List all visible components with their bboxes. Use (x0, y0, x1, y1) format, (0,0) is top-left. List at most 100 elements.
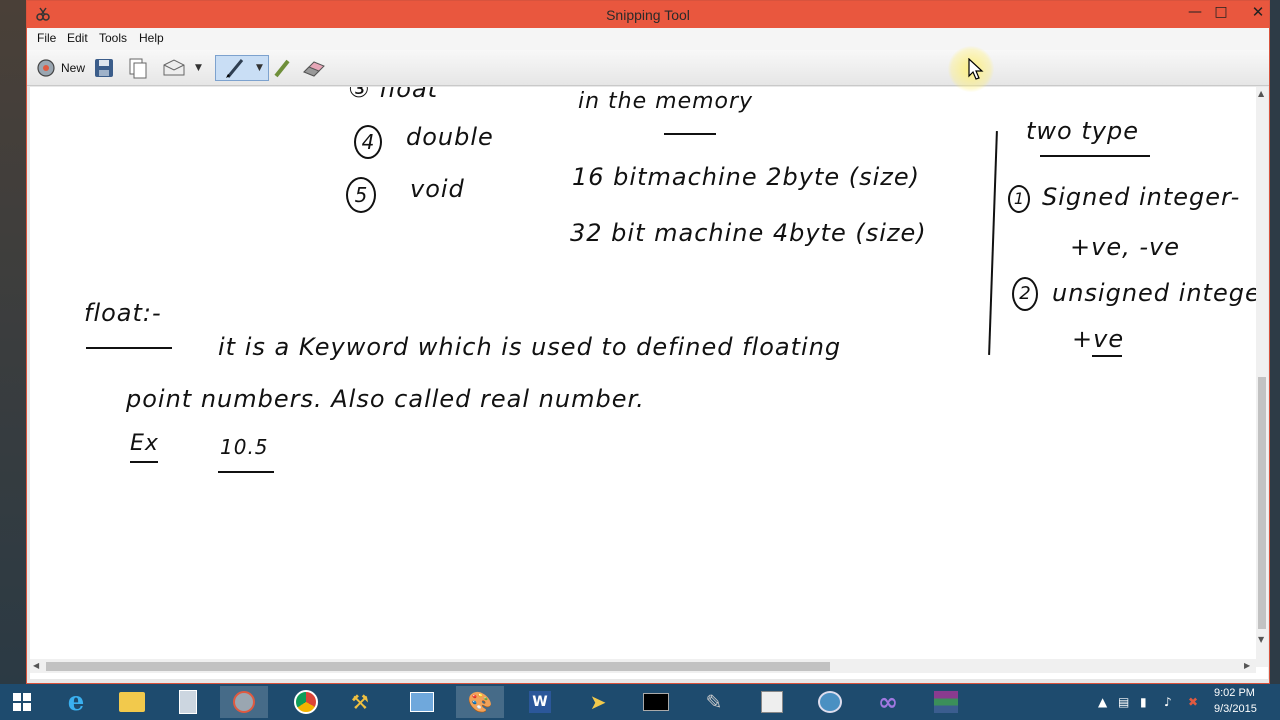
note-float-definition-1: it is a Keyword which is used to defined… (218, 333, 842, 361)
snip-canvas-frame: ③ float in the memory 4 double 5 void 16… (30, 87, 1268, 679)
highlighter-icon (274, 59, 290, 78)
menu-help[interactable]: Help (139, 31, 164, 45)
taskbar-app-pin[interactable]: ➤ (574, 686, 622, 718)
toolbar: New ▼ ▼ (27, 50, 1269, 86)
taskbar-chrome[interactable] (282, 686, 330, 718)
word-icon: W (529, 691, 551, 713)
scroll-left-icon[interactable]: ◀ (33, 661, 39, 670)
note-example-value: 10.5 (220, 435, 269, 459)
copy-icon (129, 58, 147, 79)
note-two-type: two type (1026, 117, 1139, 145)
vertical-scrollbar[interactable]: ▲ ▼ (1256, 87, 1268, 667)
taskbar: e ⚒ 🎨 W ➤ ✎ ∞ ▲ ▤ ▮ ♪ ✖ 9:02 PM 9/3/2015 (0, 684, 1280, 720)
pen-icon: ✎ (705, 690, 723, 714)
note-size-16bit: 16 bitmachine 2byte (size) (572, 163, 921, 191)
new-snip-icon (37, 59, 55, 77)
taskbar-app-tool[interactable]: ⚒ (336, 686, 384, 718)
note-list-item-3: ③ float (348, 87, 439, 103)
menu-file[interactable]: File (37, 31, 56, 45)
send-snip-button[interactable] (161, 55, 187, 81)
underline-ex (130, 461, 158, 463)
eraser-button[interactable] (301, 55, 327, 81)
taskbar-paint[interactable]: 🎨 (456, 686, 504, 718)
note-float-definition-2: point numbers. Also called real number. (126, 385, 645, 413)
chevron-down-icon: ▼ (195, 63, 202, 73)
archive-icon (934, 691, 958, 713)
taskbar-command-prompt[interactable] (632, 686, 680, 718)
taskbar-app-pen[interactable]: ✎ (690, 686, 738, 718)
pen-tool-button[interactable]: ▼ (215, 55, 269, 81)
scroll-down-icon[interactable]: ▼ (1258, 635, 1264, 644)
underline-unsigned-range (1092, 355, 1122, 357)
divider-line (988, 131, 998, 355)
tray-power-icon[interactable]: ▮ (1140, 695, 1147, 709)
copy-button[interactable] (127, 55, 149, 81)
note-float-heading: float:- (84, 299, 162, 327)
tray-network-icon[interactable]: ▤ (1118, 695, 1129, 709)
taskbar-calculator[interactable] (164, 686, 212, 718)
underline-two-type (1040, 155, 1150, 157)
snipping-tool-icon (233, 691, 255, 713)
new-snip-button[interactable]: New (35, 55, 85, 81)
taskbar-word[interactable]: W (516, 686, 564, 718)
note-list-num-5: 5 (346, 177, 376, 213)
taskbar-snipping-tool[interactable] (220, 686, 268, 718)
windows-logo-icon (13, 693, 31, 711)
note-unsigned-integer: unsigned integer (1052, 279, 1256, 307)
taskbar-internet-explorer[interactable]: e (52, 686, 100, 718)
menu-tools[interactable]: Tools (99, 31, 127, 45)
pen-dropdown-icon[interactable]: ▼ (256, 63, 263, 73)
command-prompt-icon (643, 693, 669, 711)
underline-memory (664, 133, 716, 135)
send-icon (163, 59, 185, 76)
note-unsigned-num: 2 (1012, 277, 1038, 311)
taskbar-file-explorer[interactable] (108, 686, 156, 718)
vertical-scroll-thumb[interactable] (1258, 377, 1266, 629)
tray-chevron-up-icon[interactable]: ▲ (1098, 695, 1107, 709)
new-label: New (61, 61, 86, 75)
taskbar-app-notes[interactable] (748, 686, 796, 718)
menu-edit[interactable]: Edit (67, 31, 88, 45)
mouse-cursor-icon (968, 58, 984, 80)
title-bar[interactable]: Snipping Tool — □ ✕ (27, 1, 1269, 28)
scroll-right-icon[interactable]: ▶ (1244, 661, 1250, 670)
clock-date[interactable]: 9/3/2015 (1214, 703, 1257, 715)
tray-flag-icon[interactable]: ✖ (1188, 695, 1198, 709)
highlighter-button[interactable] (271, 55, 293, 81)
note-in-the-memory: in the memory (578, 89, 754, 114)
taskbar-app-dashboard[interactable] (398, 686, 446, 718)
note-unsigned-range: +ve (1072, 325, 1125, 353)
desktop-background (0, 0, 26, 684)
eraser-icon (303, 61, 325, 77)
dashboard-icon (410, 692, 434, 712)
note-list-num-4: 4 (354, 125, 382, 159)
save-button[interactable] (93, 55, 115, 81)
tool-icon: ⚒ (351, 690, 369, 714)
note-signed-integer: Signed integer- (1042, 183, 1241, 211)
minimize-button[interactable]: — (1181, 1, 1209, 23)
scroll-up-icon[interactable]: ▲ (1258, 89, 1264, 98)
tray-volume-icon[interactable]: ♪ (1164, 695, 1172, 709)
snip-canvas[interactable]: ③ float in the memory 4 double 5 void 16… (30, 87, 1256, 659)
visual-studio-icon: ∞ (878, 688, 898, 716)
horizontal-scrollbar[interactable]: ◀ ▶ (30, 659, 1256, 673)
menu-bar: File Edit Tools Help (27, 28, 1269, 50)
horizontal-scroll-thumb[interactable] (46, 662, 830, 671)
note-example-label: Ex (130, 431, 159, 456)
note-signed-range: +ve, -ve (1070, 233, 1180, 261)
clock-time[interactable]: 9:02 PM (1214, 687, 1255, 699)
window-title: Snipping Tool (606, 7, 690, 23)
calculator-icon (179, 690, 197, 714)
snipping-tool-window: Snipping Tool — □ ✕ File Edit Tools Help… (26, 0, 1270, 684)
taskbar-visual-studio[interactable]: ∞ (864, 686, 912, 718)
note-signed-num: 1 (1008, 185, 1030, 213)
send-dropdown-arrow[interactable]: ▼ (195, 55, 202, 81)
underline-float (86, 347, 172, 349)
start-button[interactable] (0, 686, 44, 718)
taskbar-app-archive[interactable] (922, 686, 970, 718)
internet-explorer-icon: e (67, 687, 85, 717)
maximize-button[interactable]: □ (1207, 1, 1235, 23)
close-button[interactable]: ✕ (1241, 1, 1275, 23)
taskbar-app-globe[interactable] (806, 686, 854, 718)
notepad-icon (761, 691, 783, 713)
